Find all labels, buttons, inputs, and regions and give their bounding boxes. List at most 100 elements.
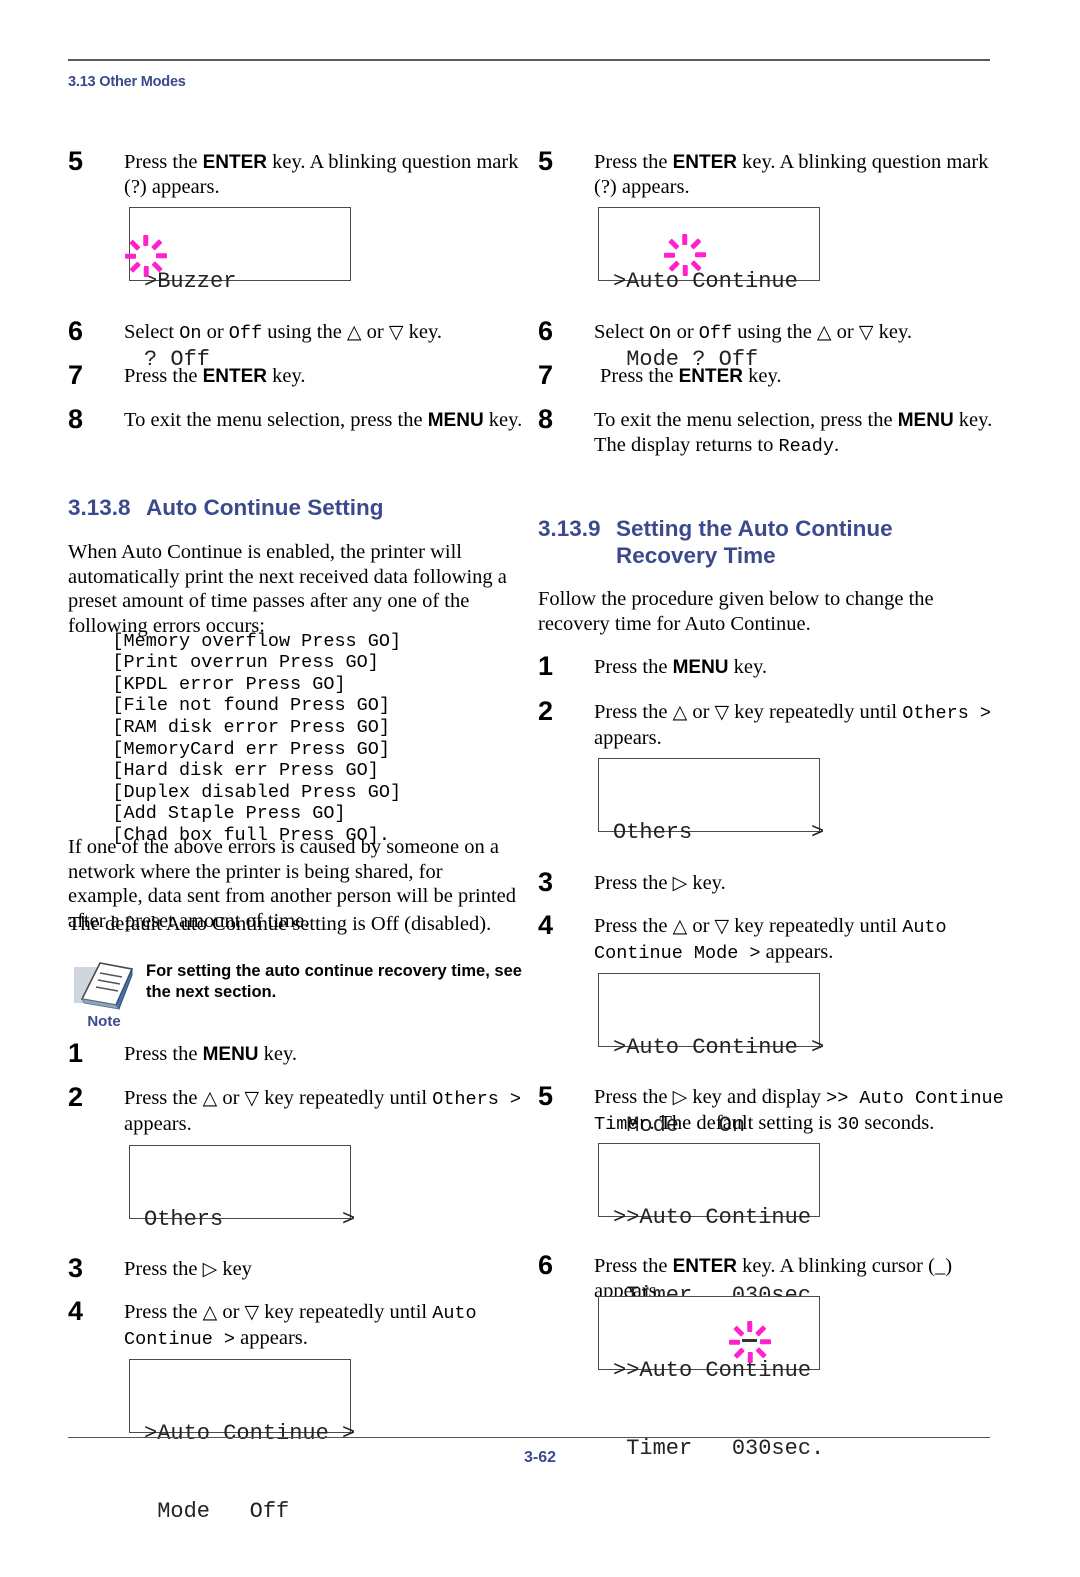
step-text: Press the MENU key. (124, 1043, 298, 1065)
error-item: [Print overrun Press GO] (112, 652, 379, 674)
header-rule (68, 59, 990, 61)
down-arrow-icon: ▽ (388, 321, 404, 343)
heading-number: 3.13.8 (68, 495, 131, 520)
error-message-list: [Memory overflow Press GO] [Print overru… (68, 609, 401, 868)
step-text: Press the ▷ key and display >> Auto Cont… (594, 1086, 1004, 1135)
step-number: 5 (538, 146, 554, 176)
step-number: 1 (68, 1038, 84, 1068)
enter-key-label: ENTER (672, 152, 737, 173)
step-number: 3 (68, 1253, 84, 1283)
lcd-auto-continue-timer-cursor: >>Auto Continue Timer 030sec. (598, 1296, 824, 1461)
note-document-icon (72, 955, 136, 1013)
menu-value-auto-continue: Auto Continue > (124, 1303, 477, 1350)
enter-key-label: ENTER (202, 366, 267, 387)
up-arrow-icon: △ (816, 321, 832, 343)
lcd-auto-continue-timer: >>Auto Continue Timer 030sec. (598, 1143, 824, 1308)
error-item: [Memory overflow Press GO] (112, 630, 402, 652)
value-ready: Ready (778, 436, 834, 457)
lcd-buzzer: >Buzzer ? Off (129, 207, 351, 372)
right-arrow-icon: ▷ (672, 1086, 688, 1108)
error-item: [MemoryCard err Press GO] (112, 738, 390, 760)
lcd-line-1: Others > (144, 1207, 356, 1232)
step-text: Press the ▷ key (124, 1258, 252, 1280)
heading-3-13-9: 3.13.9 Setting the Auto Continue Recovery … (538, 515, 1008, 569)
step-number: 8 (68, 404, 84, 434)
up-arrow-icon: △ (202, 1301, 218, 1323)
menu-key-label: MENU (427, 410, 484, 431)
error-item: [Add Staple Press GO] (112, 803, 346, 825)
heading-title-line-1: Setting the Auto Continue (616, 516, 893, 541)
note-caption: Note (87, 1013, 121, 1030)
step-number: 2 (538, 696, 554, 726)
step-number: 4 (538, 910, 554, 940)
down-arrow-icon: ▽ (858, 321, 874, 343)
recovery-intro-paragraph: Follow the procedure given below to chan… (538, 588, 934, 635)
heading-number: 3.13.9 (538, 516, 601, 541)
error-item: [KPDL error Press GO] (112, 673, 346, 695)
down-arrow-icon: ▽ (714, 701, 730, 723)
value-on: On (649, 323, 672, 344)
enter-key-label: ENTER (202, 152, 267, 173)
step-text: Press the MENU key. (594, 656, 768, 678)
step-number: 5 (68, 146, 84, 176)
step-text: Press the ENTER key. A blinking question… (124, 151, 519, 198)
step-number: 6 (538, 316, 554, 346)
heading-title-line-2: Recovery Time (616, 543, 776, 568)
menu-key-label: MENU (897, 410, 954, 431)
step-text: To exit the menu selection, press the ME… (594, 409, 993, 457)
step-number: 1 (538, 651, 554, 681)
lcd-line-1: >>Auto Continue (613, 1205, 812, 1230)
error-item: [RAM disk error Press GO] (112, 716, 390, 738)
right-arrow-icon: ▷ (672, 872, 688, 894)
header-section-label: 3.13 Other Modes (68, 74, 186, 90)
right-arrow-icon: ▷ (202, 1258, 218, 1280)
step-number: 8 (538, 404, 554, 434)
up-arrow-icon: △ (202, 1087, 218, 1109)
error-item: [File not found Press GO] (112, 695, 390, 717)
step-number: 2 (68, 1082, 84, 1112)
step-text: To exit the menu selection, press the ME… (124, 409, 523, 431)
step-number: 6 (538, 1250, 554, 1280)
lcd-auto-continue-on: >Auto Continue > Mode On (598, 973, 824, 1138)
lcd-line-1: >Auto Continue > (613, 1035, 825, 1060)
up-arrow-icon: △ (346, 321, 362, 343)
step-number: 5 (538, 1081, 554, 1111)
footer-rule (68, 1437, 990, 1438)
blinking-cursor (742, 1339, 757, 1342)
up-arrow-icon: △ (672, 701, 688, 723)
note-text: For setting the auto continue recovery t… (146, 962, 522, 1001)
default-setting-paragraph: The default Auto Continue setting is Off… (68, 913, 492, 935)
menu-key-label: MENU (202, 1044, 259, 1065)
note-block: Note For setting the auto continue recov… (72, 955, 522, 1035)
step-text: Select On or Off using the △ or ▽ key. (124, 321, 443, 344)
menu-value-auto-continue-timer: >> Auto Continue Timer (594, 1088, 1004, 1135)
heading-3-13-8: 3.13.8 Auto Continue Setting (68, 494, 383, 521)
step-text: Press the △ or ▽ key repeatedly until Ot… (124, 1087, 522, 1135)
lcd-line-1: Others > (613, 820, 825, 845)
step-text: Press the ▷ key. (594, 872, 726, 894)
lcd-line-1: >Auto Continue > (144, 1421, 356, 1446)
step-text: Press the ENTER key. (124, 365, 306, 387)
value-off: Off (698, 323, 733, 344)
step-number: 7 (68, 360, 84, 390)
menu-value-auto-continue-mode: Auto Continue Mode > (594, 917, 947, 964)
page-number: 3-62 (523, 1449, 557, 1466)
lcd-line-1: >Buzzer (144, 269, 237, 294)
error-item: [Duplex disabled Press GO] (112, 781, 402, 803)
down-arrow-icon: ▽ (244, 1087, 260, 1109)
down-arrow-icon: ▽ (244, 1301, 260, 1323)
value-on: On (179, 323, 202, 344)
step-number: 7 (538, 360, 554, 390)
step-text: Press the △ or ▽ key repeatedly until Au… (124, 1301, 477, 1350)
lcd-others-left: Others > (129, 1145, 355, 1232)
step-number: 3 (538, 867, 554, 897)
down-arrow-icon: ▽ (714, 915, 730, 937)
step-text: Press the ENTER key. A blinking question… (594, 151, 989, 198)
step-text: Press the ENTER key. (600, 365, 782, 387)
lcd-line-1: >>Auto Continue (613, 1358, 812, 1383)
default-timer-value: 30 (837, 1114, 860, 1135)
error-item: [Hard disk err Press GO] (112, 760, 379, 782)
heading-title: Auto Continue Setting (146, 495, 384, 520)
step-text: Press the △ or ▽ key repeatedly until Au… (594, 915, 947, 964)
lcd-line-2: Mode Off (144, 1499, 290, 1524)
